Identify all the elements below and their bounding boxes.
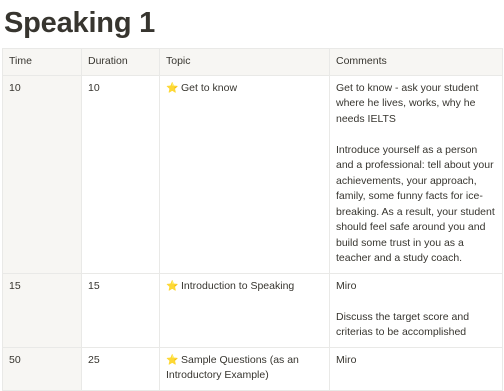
cell-topic[interactable]: ⭐ Introduction to Speaking: [159, 272, 330, 348]
cell-comments[interactable]: Miro Discuss the target score and criter…: [329, 272, 503, 348]
cell-time[interactable]: 15: [2, 272, 82, 348]
page: Speaking 1 Time Duration Topic Comments …: [0, 0, 504, 391]
star-icon: ⭐: [166, 354, 179, 366]
page-title: Speaking 1: [4, 7, 156, 39]
table-row: 50 25 ⭐ Sample Questions (as an Introduct…: [2, 346, 503, 391]
comment-paragraph: Miro: [336, 279, 357, 292]
topic-label: Get to know: [181, 81, 238, 94]
star-icon: ⭐: [166, 280, 179, 292]
column-header-time[interactable]: Time: [2, 48, 82, 76]
cell-comments[interactable]: Miro: [329, 346, 503, 391]
column-header-duration[interactable]: Duration: [81, 48, 160, 76]
column-header-topic[interactable]: Topic: [159, 48, 330, 76]
cell-time[interactable]: 50: [2, 346, 82, 391]
table-row: 10 10 ⭐ Get to know Get to know - ask you…: [2, 74, 503, 274]
cell-comments[interactable]: Get to know - ask your student where he …: [329, 74, 503, 274]
topic-label: Sample Questions (as an Introductory Exa…: [166, 353, 299, 382]
cell-topic[interactable]: ⭐ Get to know: [159, 74, 330, 274]
topic-label: Introduction to Speaking: [181, 279, 295, 292]
comment-paragraph: Get to know - ask your student where he …: [336, 81, 479, 125]
column-header-comments[interactable]: Comments: [329, 48, 503, 76]
comment-paragraph: Discuss the target score and criterias t…: [336, 310, 470, 339]
star-icon: ⭐: [166, 82, 179, 94]
table-row: 15 15 ⭐ Introduction to Speaking Miro Dis…: [2, 272, 503, 348]
cell-duration[interactable]: 15: [81, 272, 160, 348]
comment-paragraph: Introduce yourself as a person and a pro…: [336, 143, 495, 265]
cell-time[interactable]: 10: [2, 74, 82, 274]
cell-duration[interactable]: 25: [81, 346, 160, 391]
comment-paragraph: Miro: [336, 353, 357, 366]
lesson-plan-table: Time Duration Topic Comments 10 10 ⭐ Get …: [2, 48, 503, 391]
cell-topic[interactable]: ⭐ Sample Questions (as an Introductory Ex…: [159, 346, 330, 391]
table-header-row: Time Duration Topic Comments: [2, 48, 503, 76]
cell-duration[interactable]: 10: [81, 74, 160, 274]
